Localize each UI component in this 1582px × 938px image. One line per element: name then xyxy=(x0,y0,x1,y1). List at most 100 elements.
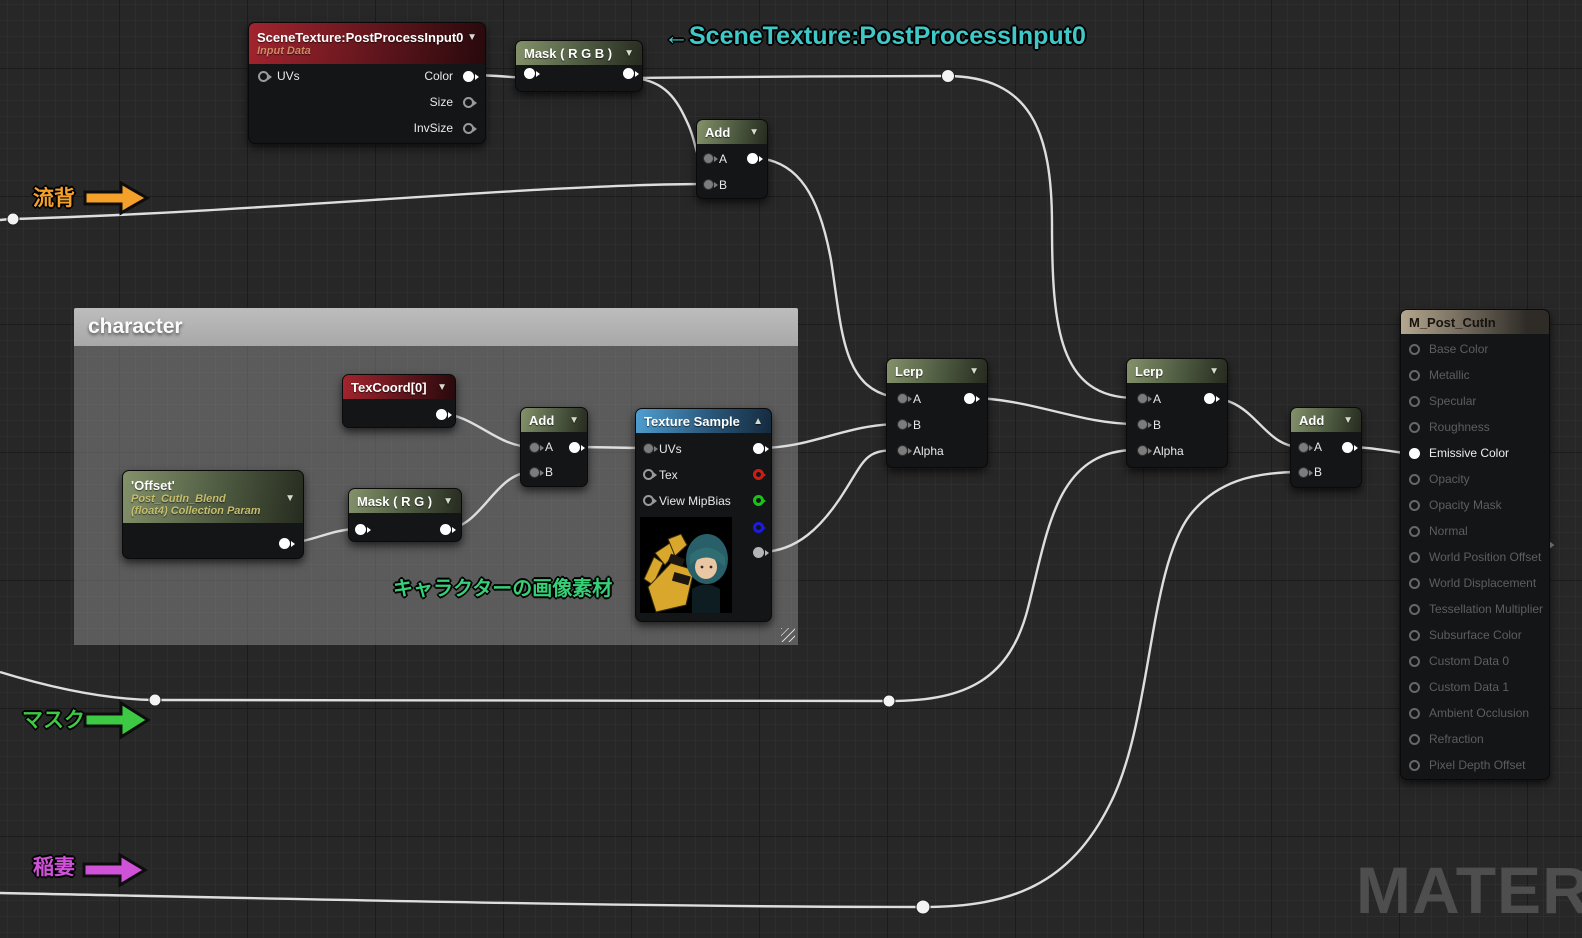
pin-output[interactable] xyxy=(1204,393,1220,404)
pin-ambient-occlusion[interactable] xyxy=(1409,707,1420,719)
pin-specular[interactable] xyxy=(1409,395,1420,407)
node-add-character[interactable]: Add ▼ A B xyxy=(520,407,588,487)
pin-world-displacement[interactable] xyxy=(1409,577,1420,589)
material-pin-row[interactable]: Metallic xyxy=(1401,362,1549,388)
pin-label-a: A xyxy=(719,152,728,166)
pin-input[interactable] xyxy=(524,68,540,79)
pin-a-input[interactable] xyxy=(1137,393,1152,404)
material-pin-row[interactable]: World Position Offset xyxy=(1401,544,1549,570)
pin-b-input[interactable] xyxy=(897,419,912,430)
dropdown-icon[interactable]: ▼ xyxy=(437,382,447,393)
pin-output[interactable] xyxy=(623,68,639,79)
pin-r-output[interactable] xyxy=(753,469,766,480)
pin-tex-input[interactable] xyxy=(643,469,657,480)
pin-output[interactable] xyxy=(569,442,585,453)
pin-mipbias-input[interactable] xyxy=(643,495,657,506)
pin-tessellation-multiplier[interactable] xyxy=(1409,603,1420,615)
pin-a-output[interactable] xyxy=(753,547,769,558)
node-lerp-1[interactable]: Lerp ▼ A B Alpha xyxy=(886,358,988,468)
pin-label-b: B xyxy=(719,178,728,192)
pin-opacity[interactable] xyxy=(1409,473,1420,485)
material-pin-row[interactable]: Base Color xyxy=(1401,336,1549,362)
material-pin-row[interactable]: Tessellation Multiplier xyxy=(1401,596,1549,622)
material-graph-canvas[interactable]: MATERIAL character xyxy=(0,0,1582,938)
node-mask-rg[interactable]: Mask ( R G ) ▼ xyxy=(348,488,462,542)
pin-opacity-mask[interactable] xyxy=(1409,499,1420,511)
material-pin-row[interactable]: Specular xyxy=(1401,388,1549,414)
pin-custom-data-0[interactable] xyxy=(1409,655,1420,667)
pin-b-input[interactable] xyxy=(1137,419,1152,430)
dropdown-icon[interactable]: ▼ xyxy=(624,48,634,59)
node-offset-param[interactable]: 'Offset' Post_CutIn_Blend (float4) Colle… xyxy=(122,470,304,559)
dropdown-icon[interactable]: ▼ xyxy=(749,127,759,138)
node-add-top[interactable]: Add ▼ A B xyxy=(696,119,768,199)
material-pin-row[interactable]: Opacity Mask xyxy=(1401,492,1549,518)
material-pin-row[interactable]: Subsurface Color xyxy=(1401,622,1549,648)
pin-uvs-input[interactable] xyxy=(258,71,272,82)
dropdown-icon[interactable]: ▼ xyxy=(443,496,453,507)
pin-refraction[interactable] xyxy=(1409,733,1420,745)
node-title: Texture Sample xyxy=(644,413,740,429)
pin-output[interactable] xyxy=(964,393,980,404)
dropdown-icon[interactable]: ▼ xyxy=(285,493,295,504)
pin-uvs-input[interactable] xyxy=(643,443,658,454)
material-pin-row[interactable]: Custom Data 1 xyxy=(1401,674,1549,700)
pin-b-input[interactable] xyxy=(529,467,544,478)
material-pin-row[interactable]: Opacity xyxy=(1401,466,1549,492)
pin-b-input[interactable] xyxy=(703,179,718,190)
dropdown-icon[interactable]: ▼ xyxy=(467,32,477,43)
pin-b-output[interactable] xyxy=(753,522,766,533)
dropdown-icon[interactable]: ▼ xyxy=(569,415,579,426)
material-pin-row[interactable]: Ambient Occlusion xyxy=(1401,700,1549,726)
material-pin-row[interactable]: World Displacement xyxy=(1401,570,1549,596)
node-title: Lerp xyxy=(895,363,924,379)
dropdown-icon[interactable]: ▼ xyxy=(1209,366,1219,377)
pin-metallic[interactable] xyxy=(1409,369,1420,381)
pin-label: Normal xyxy=(1429,524,1468,538)
pin-b-input[interactable] xyxy=(1298,467,1313,478)
pin-a-input[interactable] xyxy=(1298,442,1313,453)
pin-output[interactable] xyxy=(279,538,295,549)
dropdown-icon[interactable]: ▼ xyxy=(1343,415,1353,426)
pin-normal[interactable] xyxy=(1409,525,1420,537)
pin-alpha-input[interactable] xyxy=(897,445,912,456)
node-mask-rgb[interactable]: Mask ( R G B ) ▼ xyxy=(515,40,643,92)
material-pin-row[interactable]: Roughness xyxy=(1401,414,1549,440)
pin-a-input[interactable] xyxy=(703,153,718,164)
pin-rgb-output[interactable] xyxy=(753,443,769,454)
pin-output[interactable] xyxy=(440,524,456,535)
material-pin-row[interactable]: Pixel Depth Offset xyxy=(1401,752,1549,778)
pin-roughness[interactable] xyxy=(1409,421,1420,433)
pin-custom-data-1[interactable] xyxy=(1409,681,1420,693)
material-pin-row[interactable]: Refraction xyxy=(1401,726,1549,752)
pin-g-output[interactable] xyxy=(753,495,766,506)
node-add-output[interactable]: Add ▼ A B xyxy=(1290,407,1362,488)
pin-a-input[interactable] xyxy=(897,393,912,404)
pin-output[interactable] xyxy=(747,153,763,164)
pin-world-position-offset[interactable] xyxy=(1409,551,1420,563)
node-material-result[interactable]: M_Post_CutIn Base Color Metallic Specula… xyxy=(1400,309,1550,780)
pin-alpha-input[interactable] xyxy=(1137,445,1152,456)
pin-size-output[interactable] xyxy=(463,97,477,108)
material-pin-row[interactable]: Custom Data 0 xyxy=(1401,648,1549,674)
node-scenetexture[interactable]: SceneTexture:PostProcessInput0 ▼ Input D… xyxy=(248,22,486,144)
pin-subsurface-color[interactable] xyxy=(1409,629,1420,641)
pin-color-output[interactable] xyxy=(463,71,479,82)
node-texcoord[interactable]: TexCoord[0] ▼ xyxy=(342,374,456,428)
pin-input[interactable] xyxy=(355,524,371,535)
pin-label: Subsurface Color xyxy=(1429,628,1522,642)
dropdown-icon[interactable]: ▼ xyxy=(969,366,979,377)
node-lerp-2[interactable]: Lerp ▼ A B Alpha xyxy=(1126,358,1228,468)
wire-reroute-to-lerp2-a xyxy=(945,74,1135,400)
material-pin-row[interactable]: Normal xyxy=(1401,518,1549,544)
pin-output[interactable] xyxy=(436,409,452,420)
pin-invsize-output[interactable] xyxy=(463,123,477,134)
pin-a-input[interactable] xyxy=(529,442,544,453)
node-texture-sample[interactable]: Texture Sample ▲ UVs Tex View MipBias xyxy=(635,408,772,622)
pin-emissive-color[interactable] xyxy=(1409,447,1420,459)
pin-output[interactable] xyxy=(1342,442,1358,453)
material-pin-row[interactable]: Emissive Color xyxy=(1401,440,1549,466)
pin-pixel-depth-offset[interactable] xyxy=(1409,759,1420,771)
pin-base-color[interactable] xyxy=(1409,343,1420,355)
collapse-icon[interactable]: ▲ xyxy=(753,416,763,427)
